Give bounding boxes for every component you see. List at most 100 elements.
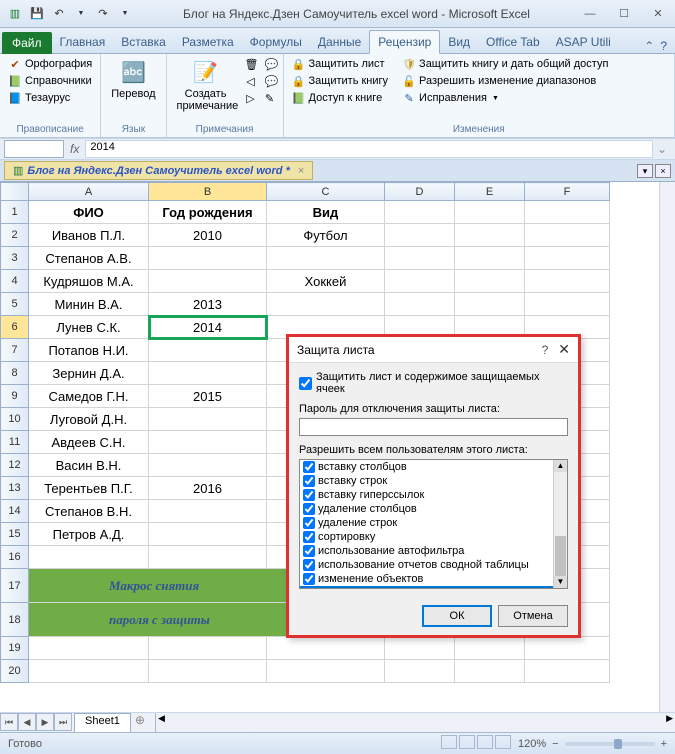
perm-item[interactable]: сортировку (300, 530, 567, 544)
perm-item[interactable]: удаление столбцов (300, 502, 567, 516)
row-header[interactable]: 6 (1, 316, 29, 339)
row-header[interactable]: 7 (1, 339, 29, 362)
password-input[interactable] (299, 418, 568, 436)
new-comment-button[interactable]: 📝 Создать примечание (173, 56, 239, 114)
select-all-corner[interactable] (1, 183, 29, 201)
perm-item[interactable]: вставку столбцов (300, 460, 567, 474)
zoom-level[interactable]: 120% (518, 738, 546, 750)
row-header[interactable]: 4 (1, 270, 29, 293)
tab-file[interactable]: Файл (2, 32, 52, 54)
perm-item[interactable]: вставку гиперссылок (300, 488, 567, 502)
scroll-down-icon[interactable]: ▼ (554, 576, 567, 588)
row-header[interactable]: 16 (1, 546, 29, 569)
perm-item[interactable]: использование автофильтра (300, 544, 567, 558)
row-header[interactable]: 1 (1, 201, 29, 224)
new-sheet-icon[interactable]: ⊕ (131, 713, 149, 732)
dialog-help-icon[interactable]: ? (542, 343, 549, 357)
dialog-close-icon[interactable]: ✕ (558, 341, 570, 358)
dialog-title-bar[interactable]: Защита листа ? ✕ (289, 337, 578, 363)
translate-button[interactable]: 🔤 Перевод (107, 56, 159, 102)
delete-comment-button[interactable]: 🗑 (243, 56, 259, 72)
scroll-up-icon[interactable]: ▲ (554, 460, 567, 472)
show-comment-button[interactable]: 💬 (263, 56, 277, 72)
sheet-prev-icon[interactable]: ◀ (18, 713, 36, 731)
row-header[interactable]: 5 (1, 293, 29, 316)
row-header[interactable]: 12 (1, 454, 29, 477)
workbook-tab[interactable]: ▥ Блог на Яндекс.Дзен Самоучитель excel … (4, 161, 313, 180)
protect-checkbox[interactable]: Защитить лист и содержимое защищаемых яч… (299, 371, 568, 395)
tab-home[interactable]: Главная (52, 31, 114, 53)
row-header[interactable]: 9 (1, 385, 29, 408)
tab-insert[interactable]: Вставка (113, 31, 174, 53)
sheet-last-icon[interactable]: ⏭ (54, 713, 72, 731)
formula-expand-icon[interactable]: ⌄ (653, 142, 671, 156)
next-comment-button[interactable]: ▷ (243, 90, 259, 106)
col-header-c[interactable]: C (267, 183, 385, 201)
active-cell[interactable]: 2014 (149, 316, 267, 339)
tab-review[interactable]: Рецензир (369, 30, 440, 54)
workbook-close-icon[interactable]: × (298, 165, 304, 177)
col-header-b[interactable]: B (149, 183, 267, 201)
perm-item[interactable]: использование отчетов сводной таблицы (300, 558, 567, 572)
row-header[interactable]: 14 (1, 500, 29, 523)
row-header[interactable]: 15 (1, 523, 29, 546)
perm-item[interactable]: удаление строк (300, 516, 567, 530)
row-header[interactable]: 19 (1, 637, 29, 660)
cancel-button[interactable]: Отмена (498, 605, 568, 627)
row-header[interactable]: 13 (1, 477, 29, 500)
help-icon[interactable]: ? (660, 39, 667, 53)
doc-close-button[interactable]: × (655, 164, 671, 178)
vertical-scrollbar[interactable] (659, 182, 675, 712)
row-header[interactable]: 2 (1, 224, 29, 247)
sheet-next-icon[interactable]: ▶ (36, 713, 54, 731)
row-header[interactable]: 11 (1, 431, 29, 454)
minimize-ribbon-icon[interactable]: ⌃ (644, 39, 654, 53)
col-header-e[interactable]: E (455, 183, 525, 201)
tab-layout[interactable]: Разметка (174, 31, 242, 53)
horizontal-scrollbar[interactable]: ◀ ▶ (155, 713, 675, 732)
ok-button[interactable]: ОК (422, 605, 492, 627)
tab-data[interactable]: Данные (310, 31, 369, 53)
perm-list-scrollbar[interactable]: ▲ ▼ (553, 460, 567, 588)
protect-share-button[interactable]: 🛡Защитить книгу и дать общий доступ (400, 56, 610, 72)
spell-check-button[interactable]: ✔Орфография (6, 56, 94, 72)
maximize-button[interactable]: ☐ (607, 4, 641, 24)
row-header[interactable]: 18 (1, 603, 29, 637)
row-header[interactable]: 20 (1, 660, 29, 683)
thesaurus-button[interactable]: 📘Тезаурус (6, 90, 94, 106)
close-button[interactable]: ✕ (641, 4, 675, 24)
row-header[interactable]: 8 (1, 362, 29, 385)
name-box[interactable] (4, 140, 64, 158)
perm-item-selected[interactable]: изменение сценариев (300, 586, 567, 589)
tab-office[interactable]: Office Tab (478, 31, 548, 53)
redo-icon[interactable]: ↷ (94, 5, 112, 23)
scroll-thumb[interactable] (555, 536, 566, 576)
protect-sheet-button[interactable]: 🔒Защитить лист (290, 56, 391, 72)
tab-view[interactable]: Вид (440, 31, 478, 53)
reference-button[interactable]: 📗Справочники (6, 73, 94, 89)
tab-asap[interactable]: ASAP Utili (548, 31, 619, 53)
col-header-a[interactable]: A (29, 183, 149, 201)
view-buttons[interactable] (440, 735, 512, 752)
zoom-in-button[interactable]: + (661, 738, 667, 750)
perm-item[interactable]: вставку строк (300, 474, 567, 488)
protect-book-button[interactable]: 🔒Защитить книгу (290, 73, 391, 89)
minimize-button[interactable]: — (573, 4, 607, 24)
fx-icon[interactable]: fx (70, 142, 79, 156)
protect-checkbox-input[interactable] (299, 377, 312, 390)
zoom-out-button[interactable]: − (552, 738, 558, 750)
sheet-first-icon[interactable]: ⏮ (0, 713, 18, 731)
row-header[interactable]: 3 (1, 247, 29, 270)
save-icon[interactable]: 💾 (28, 5, 46, 23)
perm-item[interactable]: изменение объектов (300, 572, 567, 586)
doc-restore-button[interactable]: ▾ (637, 164, 653, 178)
row-header[interactable]: 10 (1, 408, 29, 431)
track-changes-button[interactable]: ✎Исправления▼ (400, 90, 610, 106)
show-ink-button[interactable]: ✎ (263, 90, 277, 106)
tab-formulas[interactable]: Формулы (242, 31, 310, 53)
prev-comment-button[interactable]: ◁ (243, 73, 259, 89)
col-header-d[interactable]: D (385, 183, 455, 201)
zoom-slider[interactable] (565, 742, 655, 746)
permissions-list[interactable]: вставку столбцов вставку строк вставку г… (299, 459, 568, 589)
sheet-tab[interactable]: Sheet1 (74, 713, 131, 732)
